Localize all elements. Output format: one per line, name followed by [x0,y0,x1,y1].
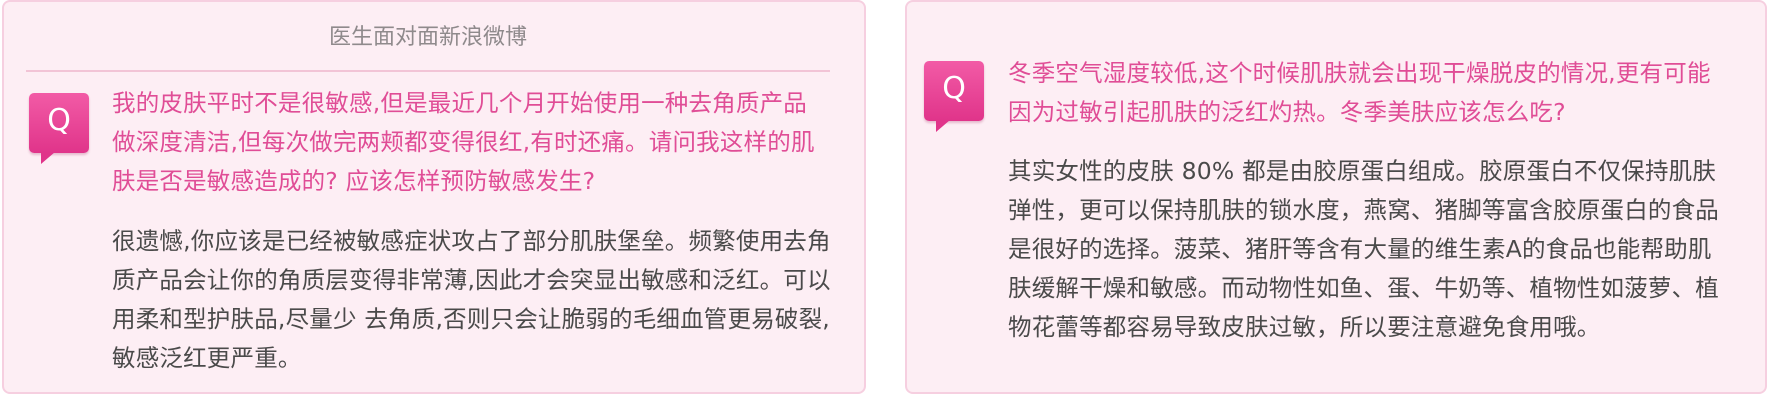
question-line: 做深度清洁,但每次做完两颊都变得很红,有时还痛。请问我这样的肌 [112,128,815,156]
qa-card-right: Q 冬季空气湿度较低,这个时候肌肤就会出现干燥脱皮的情况,更有可能 因为过敏引起… [905,0,1767,394]
card-header-title: 医生面对面新浪微博 [26,2,830,72]
question-line: 冬季空气湿度较低,这个时候肌肤就会出现干燥脱皮的情况,更有可能 [1008,59,1711,87]
answer-line: 质产品会让你的角质层变得非常薄,因此才会突显出敏感和泛红。可以 [112,266,831,294]
q-badge-icon: Q [29,93,89,164]
qa-card-left: 医生面对面新浪微博 Q 我的皮肤平时不是很敏感,但是最近几个月开始使用一种去角质… [2,0,866,394]
question-text: 我的皮肤平时不是很敏感,但是最近几个月开始使用一种去角质产品 做深度清洁,但每次… [112,84,852,201]
question-line: 肤是否是敏感造成的? 应该怎样预防敏感发生? [112,167,596,195]
answer-line: 是很好的选择。菠菜、猪肝等含有大量的维生素A的食品也能帮助肌 [1008,235,1712,263]
answer-line: 其实女性的皮肤 80% 都是由胶原蛋白组成。胶原蛋白不仅保持肌肤 [1008,157,1717,185]
question-line: 我的皮肤平时不是很敏感,但是最近几个月开始使用一种去角质产品 [112,89,807,117]
page: 医生面对面新浪微博 Q 我的皮肤平时不是很敏感,但是最近几个月开始使用一种去角质… [0,0,1768,400]
answer-line: 物花蕾等都容易导致皮肤过敏，所以要注意避免食用哦。 [1008,313,1601,341]
q-badge-icon: Q [924,61,984,132]
answer-line: 很遗憾,你应该是已经被敏感症状攻占了部分肌肤堡垒。频繁使用去角 [112,227,831,255]
answer-line: 肤缓解干燥和敏感。而动物性如鱼、蛋、牛奶等、植物性如菠萝、植 [1008,274,1719,302]
answer-line: 敏感泛红更严重。 [112,344,302,372]
question-line: 因为过敏引起肌肤的泛红灼热。冬季美肤应该怎么吃? [1008,98,1566,126]
answer-line: 用柔和型护肤品,尽量少 去角质,否则只会让脆弱的毛细血管更易破裂, [112,305,830,333]
answer-line: 弹性，更可以保持肌肤的锁水度，燕窝、猪脚等富含胶原蛋白的食品 [1008,196,1719,224]
answer-text: 很遗憾,你应该是已经被敏感症状攻占了部分肌肤堡垒。频繁使用去角 质产品会让你的角… [112,222,832,378]
question-text: 冬季空气湿度较低,这个时候肌肤就会出现干燥脱皮的情况,更有可能 因为过敏引起肌肤… [1008,54,1748,132]
answer-text: 其实女性的皮肤 80% 都是由胶原蛋白组成。胶原蛋白不仅保持肌肤 弹性，更可以保… [1008,152,1728,347]
